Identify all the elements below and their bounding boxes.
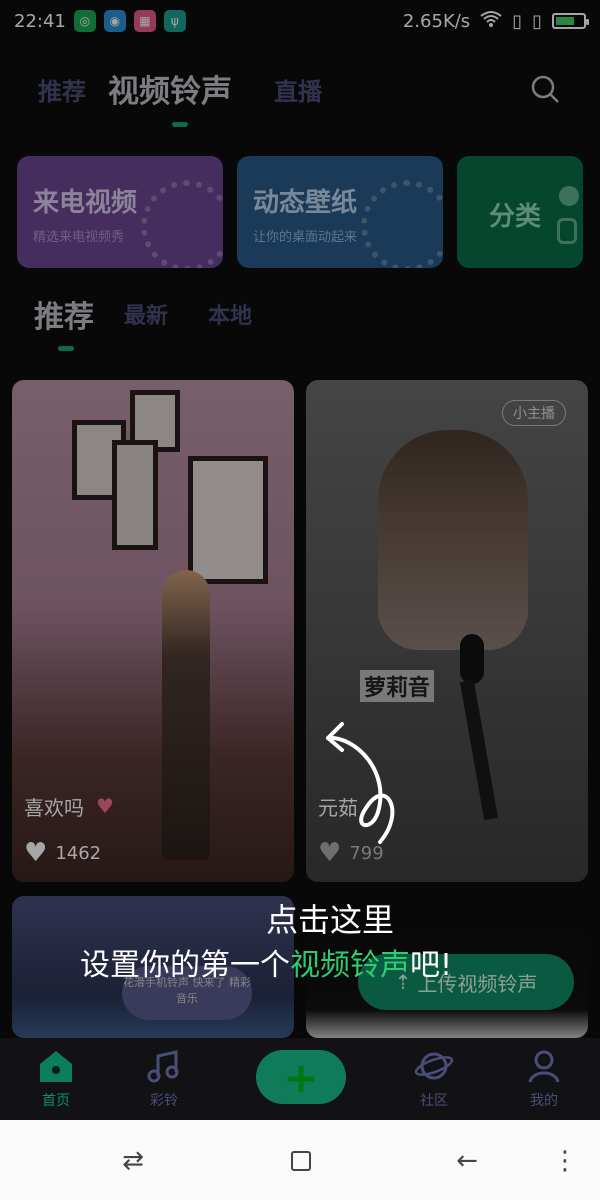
card-call-video[interactable]: 来电视频 精选来电视频秀 [17,156,223,268]
tab-recommend[interactable]: 推荐 [38,72,86,107]
card-subtitle: 精选来电视频秀 [33,230,125,245]
dot-icon [557,218,577,244]
back-arrow-icon[interactable]: ← [452,1146,482,1176]
dot-icon [559,186,579,206]
usb-icon: ψ [163,10,186,32]
status-bar: 22:41 ◎ ◉ ▦ ψ 2.65K/s ▯ ▯ [0,0,600,42]
picture-frame [188,456,268,584]
sim2-icon: ▯ [532,10,542,32]
top-tabs: 推荐 视频铃声 直播 [0,62,600,127]
nav-mine[interactable]: 我的 [504,1048,584,1110]
like-count[interactable]: ♥ 1462 [24,838,101,868]
nav-music[interactable]: 彩铃 [124,1048,204,1110]
subtab-local[interactable]: 本地 [208,298,252,330]
card-title: 分类 [489,202,542,232]
status-time: 22:41 [14,10,66,32]
card-title: 动态壁纸 [253,188,358,218]
microphone-icon [460,634,484,684]
music-note-icon [147,1050,179,1083]
arrow-icon [326,722,395,844]
gear-decoration-icon [361,180,443,268]
nav-home[interactable]: 首页 [16,1048,96,1110]
subtab-indicator [58,346,74,351]
microphone-handle [459,679,499,821]
gallery-icon: ▦ [133,10,156,32]
picture-frame [112,440,158,550]
plus-icon: + [283,1052,319,1102]
menu-dots-icon[interactable]: ⋮ [550,1146,580,1176]
guide-hint-line2: 设置你的第一个视频铃声吧! [80,940,452,984]
planet-icon [414,1052,454,1080]
like-number: 1462 [55,842,102,864]
network-speed: 2.65K/s [402,10,471,32]
card-subtitle: 让你的桌面动起来 [253,230,358,245]
card-title: 来电视频 [33,188,138,218]
home-icon [40,1051,72,1082]
bottom-nav: 首页 彩铃 + 社区 我的 [0,1038,600,1120]
app-icon: ◉ [103,10,126,32]
tab-live[interactable]: 直播 [274,72,322,107]
sub-tabs: 推荐 最新 本地 [0,286,600,356]
hint-text: 设置你的第一个 [80,948,290,983]
heart-icon: ♥ [96,794,114,818]
badge: 小主播 [502,400,566,426]
hint-text: 吧! [410,948,453,983]
guide-hint-line1: 点击这里 [265,901,394,939]
card-live-wallpaper[interactable]: 动态壁纸 让你的桌面动起来 [237,156,443,268]
video-caption: 喜欢吗 [24,796,84,820]
hint-highlight: 视频铃声 [290,948,410,983]
person-figure [378,430,528,650]
switch-apps-icon[interactable]: ⇄ [118,1146,148,1176]
person-figure [162,570,210,860]
nav-label: 社区 [420,1093,448,1109]
heart-icon: ♥ [24,838,48,868]
system-nav-bar: ⇄ ← ⋮ [0,1120,600,1200]
subtab-latest[interactable]: 最新 [124,298,168,330]
home-square-icon[interactable] [286,1146,316,1176]
nav-label: 首页 [42,1093,70,1109]
add-button[interactable]: + [256,1050,346,1104]
wifi-icon [480,10,502,33]
overlay-text: 萝莉音 [360,670,435,702]
user-icon [528,1050,560,1083]
subtab-recommend[interactable]: 推荐 [34,292,94,336]
sim-icon: ▯ [512,10,523,32]
video-card[interactable]: 喜欢吗 ♥ ♥ 1462 [12,380,294,882]
search-icon[interactable] [530,74,560,104]
tab-video-ringtone[interactable]: 视频铃声 [108,66,232,111]
card-category[interactable]: 分类 [457,156,583,268]
nav-label: 我的 [530,1093,558,1109]
phone-decoration-icon [141,180,223,268]
tab-indicator [172,122,188,127]
wechat-icon: ◎ [73,10,96,32]
nav-community[interactable]: 社区 [394,1048,474,1110]
battery-icon [552,13,589,29]
nav-label: 彩铃 [150,1093,178,1109]
